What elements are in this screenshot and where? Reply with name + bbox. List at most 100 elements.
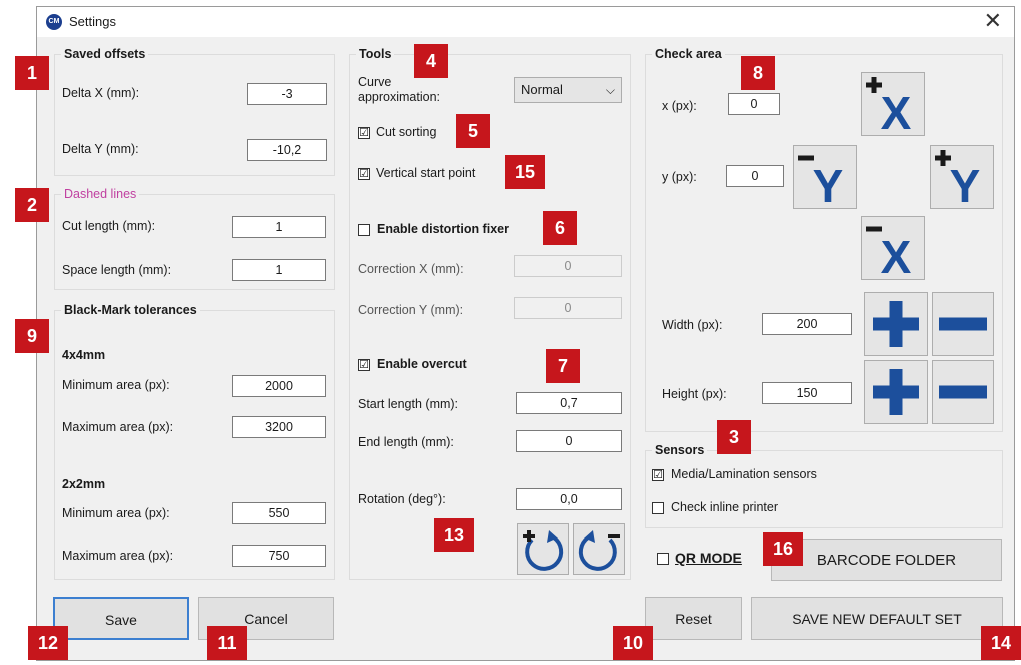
cut-length-input[interactable]: 1 bbox=[232, 216, 326, 238]
delta-y-label: Delta Y (mm): bbox=[62, 142, 139, 156]
minus-y-button[interactable]: Y bbox=[793, 145, 857, 212]
vertical-start-label: Vertical start point bbox=[376, 166, 476, 180]
check-area-title: Check area bbox=[652, 47, 725, 61]
height-label: Height (px): bbox=[662, 387, 727, 401]
width-input[interactable]: 200 bbox=[762, 313, 852, 335]
check-x-input[interactable]: 0 bbox=[728, 93, 780, 115]
curve-label-line2: approximation: bbox=[358, 90, 440, 104]
end-length-input[interactable]: 0 bbox=[516, 430, 622, 452]
badge-3: 3 bbox=[717, 420, 751, 454]
badge-7: 7 bbox=[546, 349, 580, 383]
curve-label-line1: Curve bbox=[358, 75, 392, 89]
rotation-input[interactable]: 0,0 bbox=[516, 488, 622, 510]
start-length-label: Start length (mm): bbox=[358, 397, 459, 411]
media-sensors-label: Media/Lamination sensors bbox=[671, 467, 817, 481]
rotate-cw-minus-button[interactable] bbox=[573, 523, 625, 575]
g2-max-label: Maximum area (px): bbox=[62, 549, 174, 563]
title-bar: CM Settings ✕ bbox=[37, 7, 1014, 37]
g2-min-input[interactable]: 550 bbox=[232, 502, 326, 524]
correction-y-label: Correction Y (mm): bbox=[358, 303, 464, 317]
g2-min-label: Minimum area (px): bbox=[62, 506, 170, 520]
delta-x-input[interactable]: -3 bbox=[247, 83, 327, 105]
delta-x-label: Delta X (mm): bbox=[62, 86, 140, 100]
saved-offsets-title: Saved offsets bbox=[61, 47, 149, 61]
correction-x-label: Correction X (mm): bbox=[358, 262, 464, 276]
plus-x-button[interactable]: X bbox=[861, 72, 925, 139]
badge-8: 8 bbox=[741, 56, 775, 90]
reset-button[interactable]: Reset bbox=[645, 597, 742, 640]
cut-sorting-checkbox[interactable]: ☑ bbox=[358, 127, 370, 139]
barcode-folder-button[interactable]: BARCODE FOLDER bbox=[771, 539, 1002, 581]
save-button[interactable]: Save bbox=[53, 597, 189, 640]
plus-y-icon: Y bbox=[935, 150, 981, 212]
badge-5: 5 bbox=[456, 114, 490, 148]
start-length-input[interactable]: 0,7 bbox=[516, 392, 622, 414]
minus-icon bbox=[939, 317, 987, 331]
space-length-input[interactable]: 1 bbox=[232, 259, 326, 281]
badge-12: 12 bbox=[28, 626, 68, 660]
minus-icon bbox=[939, 385, 987, 399]
sensors-group: Sensors bbox=[645, 443, 1003, 528]
curve-approximation-value: Normal bbox=[521, 82, 563, 97]
delta-y-input[interactable]: -10,2 bbox=[247, 139, 327, 161]
check-y-input[interactable]: 0 bbox=[726, 165, 784, 187]
curve-approximation-label: Curve approximation: bbox=[358, 75, 440, 105]
blackmark-2x2-title: 2x2mm bbox=[62, 477, 106, 491]
correction-x-input[interactable]: 0 bbox=[514, 255, 622, 277]
save-default-button[interactable]: SAVE NEW DEFAULT SET bbox=[751, 597, 1003, 640]
height-input[interactable]: 150 bbox=[762, 382, 852, 404]
width-minus-button[interactable] bbox=[932, 292, 994, 356]
rotate-clockwise-icon bbox=[578, 530, 620, 571]
cut-sorting-label: Cut sorting bbox=[376, 125, 437, 139]
minus-x-icon: X bbox=[866, 226, 912, 283]
g4-min-label: Minimum area (px): bbox=[62, 378, 170, 392]
badge-15: 15 bbox=[505, 155, 545, 189]
badge-10: 10 bbox=[613, 626, 653, 660]
plus-x-icon: X bbox=[866, 77, 912, 139]
badge-1: 1 bbox=[15, 56, 49, 90]
badge-2: 2 bbox=[15, 188, 49, 222]
correction-y-input[interactable]: 0 bbox=[514, 297, 622, 319]
overcut-checkbox[interactable]: ☑ bbox=[358, 359, 370, 371]
distortion-fixer-checkbox[interactable] bbox=[358, 224, 370, 236]
check-y-label: y (px): bbox=[662, 170, 697, 184]
badge-9: 9 bbox=[15, 319, 49, 353]
vertical-start-checkbox[interactable]: ☑ bbox=[358, 168, 370, 180]
badge-6: 6 bbox=[543, 211, 577, 245]
qr-mode-label[interactable]: QR MODE bbox=[675, 550, 742, 566]
g4-max-input[interactable]: 3200 bbox=[232, 416, 326, 438]
height-minus-button[interactable] bbox=[932, 360, 994, 424]
close-icon[interactable]: ✕ bbox=[984, 9, 1002, 33]
g4-min-input[interactable]: 2000 bbox=[232, 375, 326, 397]
overcut-label: Enable overcut bbox=[377, 357, 467, 371]
curve-approximation-select[interactable]: Normal ⌵ bbox=[514, 77, 622, 103]
qr-mode-checkbox[interactable] bbox=[657, 553, 669, 565]
g2-max-input[interactable]: 750 bbox=[232, 545, 326, 567]
minus-y-icon: Y bbox=[798, 155, 843, 212]
sensors-title: Sensors bbox=[652, 443, 708, 457]
plus-y-button[interactable]: Y bbox=[930, 145, 994, 212]
inline-printer-checkbox[interactable] bbox=[652, 502, 664, 514]
cut-length-label: Cut length (mm): bbox=[62, 219, 156, 233]
width-label: Width (px): bbox=[662, 318, 723, 332]
rotate-counterclockwise-icon bbox=[523, 530, 564, 571]
height-plus-button[interactable] bbox=[864, 360, 928, 424]
minus-x-letter: X bbox=[881, 231, 912, 279]
window-title: Settings bbox=[69, 14, 116, 29]
rotate-ccw-plus-button[interactable] bbox=[517, 523, 569, 575]
badge-13: 13 bbox=[434, 518, 474, 552]
blackmark-title: Black-Mark tolerances bbox=[61, 303, 200, 317]
media-sensors-checkbox[interactable]: ☑ bbox=[652, 469, 664, 481]
tools-title: Tools bbox=[356, 47, 395, 61]
blackmark-4x4-title: 4x4mm bbox=[62, 348, 106, 362]
space-length-label: Space length (mm): bbox=[62, 263, 172, 277]
badge-4: 4 bbox=[414, 44, 448, 78]
badge-16: 16 bbox=[763, 532, 803, 566]
plus-y-letter: Y bbox=[950, 160, 981, 208]
badge-11: 11 bbox=[207, 626, 247, 660]
inline-printer-label: Check inline printer bbox=[671, 500, 778, 514]
rotation-label: Rotation (deg°): bbox=[358, 492, 446, 506]
check-x-label: x (px): bbox=[662, 99, 697, 113]
minus-x-button[interactable]: X bbox=[861, 216, 925, 283]
width-plus-button[interactable] bbox=[864, 292, 928, 356]
